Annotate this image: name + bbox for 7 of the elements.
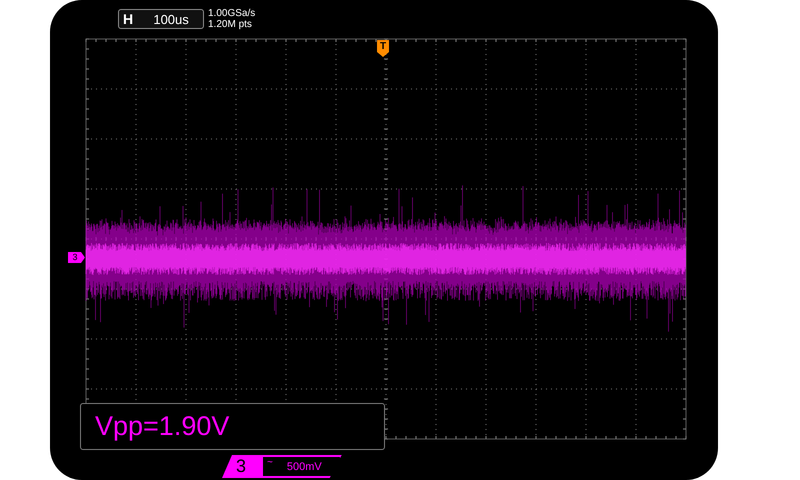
memory-depth: 1.20M pts xyxy=(208,19,253,30)
trigger-marker[interactable]: T xyxy=(377,40,389,57)
sample-rate: 1.00GSa/s xyxy=(208,8,256,19)
measurement-readout: Vpp=1.90V xyxy=(80,403,385,450)
timebase-control[interactable]: H 100us xyxy=(118,9,204,29)
channel-marker[interactable]: 3 xyxy=(68,252,85,263)
channel-scale-control[interactable]: ~ 500mV xyxy=(261,455,342,478)
